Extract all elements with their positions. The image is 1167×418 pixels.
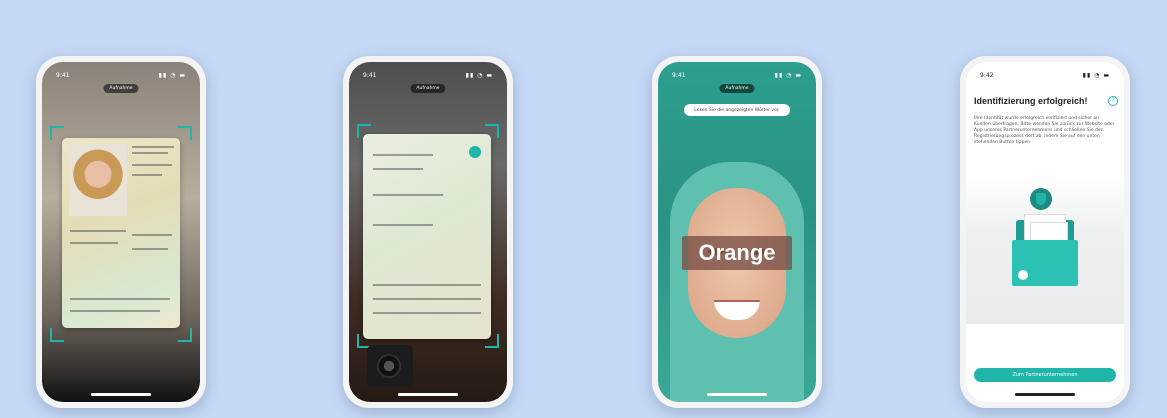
recording-pill: Aufnahme (719, 84, 755, 93)
folder-illustration (966, 174, 1124, 324)
status-time: 9:41 (56, 71, 70, 79)
phone-id-front-scan: 9:41 ▮▮ ◔ ▬ Aufnahme (36, 56, 206, 408)
home-indicator (707, 393, 767, 396)
scan-frame-corner (50, 328, 64, 342)
id-card-photo (69, 144, 127, 216)
phone-identification-success: 9:42 ▮▮ ◔ ▬ Identifizierung erfolgreich!… (960, 56, 1130, 408)
signal-wifi-battery-icon: ▮▮ ◔ ▬ (1082, 71, 1110, 79)
phone-id-back-scan: 9:41 ▮▮ ◔ ▬ Aufnahme (343, 56, 513, 408)
page-title: Identifizierung erfolgreich! (974, 96, 1088, 106)
id-card-back (363, 134, 491, 339)
shield-icon (1030, 188, 1052, 210)
id-front-camera-view: 9:41 ▮▮ ◔ ▬ Aufnahme (42, 62, 200, 402)
smile (714, 300, 760, 320)
scan-frame-corner (178, 126, 192, 140)
success-screen: 9:42 ▮▮ ◔ ▬ Identifizierung erfolgreich!… (966, 62, 1124, 402)
id-back-camera-view: 9:41 ▮▮ ◔ ▬ Aufnahme (349, 62, 507, 402)
face-camera-view: 9:41 ▮▮ ◔ ▬ Aufnahme Lesen Sie die angez… (658, 62, 816, 402)
signal-wifi-battery-icon: ▮▮ ◔ ▬ (158, 71, 186, 79)
hologram-icon (469, 146, 481, 158)
check-badge-icon (1018, 270, 1028, 280)
home-indicator (91, 393, 151, 396)
status-bar: 9:42 ▮▮ ◔ ▬ (966, 70, 1124, 80)
camera-object (367, 345, 413, 387)
id-card-front (62, 138, 180, 328)
status-time: 9:41 (672, 71, 686, 79)
recording-pill: Aufnahme (410, 84, 446, 93)
phone-liveness-check: 9:41 ▮▮ ◔ ▬ Aufnahme Lesen Sie die angez… (652, 56, 822, 408)
status-bar: 9:41 ▮▮ ◔ ▬ (349, 70, 507, 80)
recording-pill: Aufnahme (103, 84, 139, 93)
status-bar: 9:41 ▮▮ ◔ ▬ (42, 70, 200, 80)
status-time: 9:42 (980, 71, 994, 79)
status-time: 9:41 (363, 71, 377, 79)
signal-wifi-battery-icon: ▮▮ ◔ ▬ (774, 71, 802, 79)
partner-continue-button[interactable]: Zum Partnerunternehmen (974, 368, 1116, 382)
spoken-word-banner: Orange (682, 236, 792, 270)
help-icon[interactable]: ? (1108, 96, 1118, 106)
scan-frame-corner (50, 126, 64, 140)
home-indicator (1015, 393, 1075, 396)
success-message: Ihre Identität wurde erfolgreich verifiz… (974, 116, 1115, 146)
instruction-bubble: Lesen Sie die angezeigten Wörter vor. (684, 104, 790, 116)
scan-frame-corner (178, 328, 192, 342)
status-bar: 9:41 ▮▮ ◔ ▬ (658, 70, 816, 80)
home-indicator (398, 393, 458, 396)
signal-wifi-battery-icon: ▮▮ ◔ ▬ (465, 71, 493, 79)
